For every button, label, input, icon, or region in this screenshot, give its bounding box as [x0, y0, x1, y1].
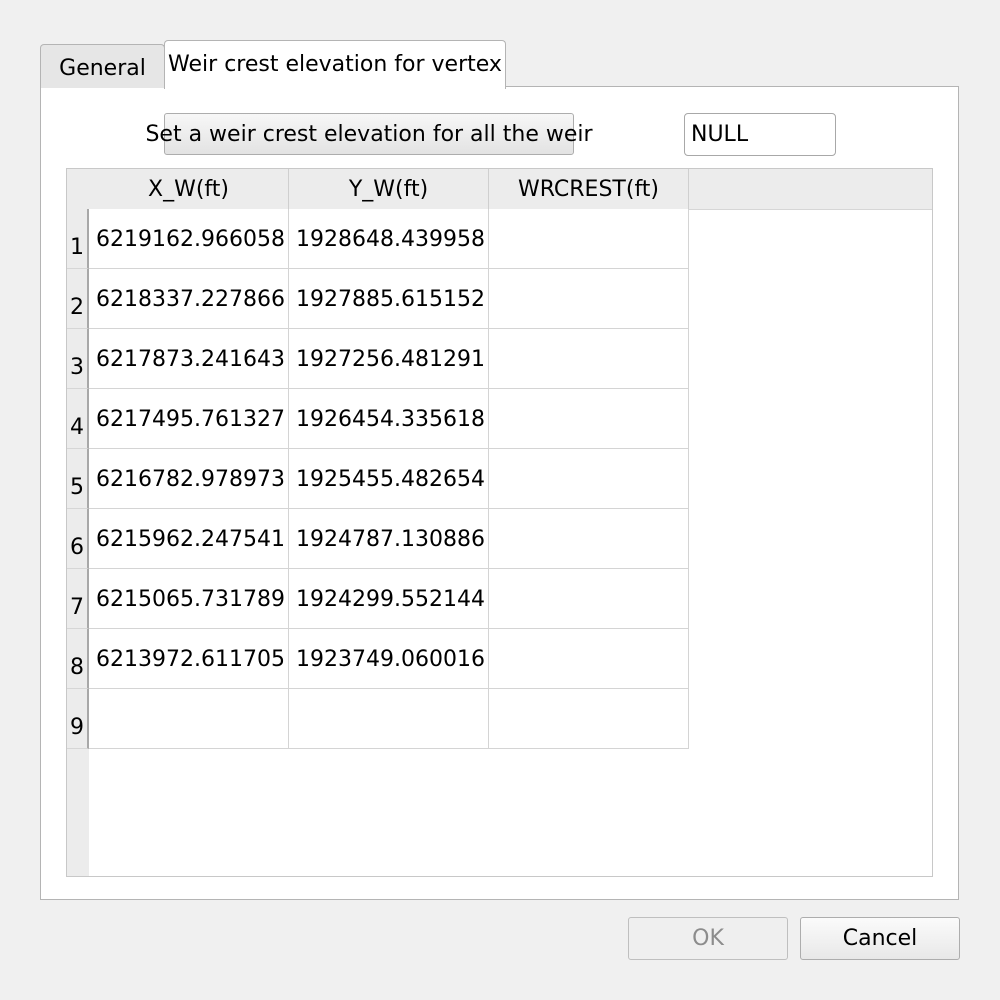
cell-y[interactable]: 1926454.335618 — [289, 389, 489, 449]
tab-general[interactable]: General — [40, 44, 165, 88]
cell-wrcrest[interactable] — [489, 389, 689, 449]
cell-y[interactable]: 1924299.552144 — [289, 569, 489, 629]
cell-wrcrest[interactable] — [489, 629, 689, 689]
weir-crest-value-field[interactable]: NULL — [684, 113, 836, 156]
cell-y[interactable]: 1927256.481291 — [289, 329, 489, 389]
column-header-y[interactable]: Y_W(ft) — [289, 169, 489, 209]
vertex-table: X_W(ft) Y_W(ft) WRCREST(ft) 1 6219162.966… — [66, 168, 933, 877]
cell-x[interactable]: 6213972.611705 — [89, 629, 289, 689]
cell-x[interactable] — [89, 689, 289, 749]
column-header-x[interactable]: X_W(ft) — [89, 169, 289, 209]
cell-y[interactable]: 1923749.060016 — [289, 629, 489, 689]
set-all-weir-crest-button[interactable]: Set a weir crest elevation for all the w… — [145, 113, 593, 155]
ok-button[interactable]: OK — [628, 917, 788, 960]
cell-y[interactable]: 1927885.615152 — [289, 269, 489, 329]
row-header[interactable]: 4 — [67, 389, 89, 449]
cell-y[interactable] — [289, 689, 489, 749]
row-header[interactable]: 8 — [67, 629, 89, 689]
row-header[interactable]: 2 — [67, 269, 89, 329]
cell-x[interactable]: 6218337.227866 — [89, 269, 289, 329]
cell-x[interactable]: 6215962.247541 — [89, 509, 289, 569]
row-header[interactable]: 6 — [67, 509, 89, 569]
cell-x[interactable]: 6215065.731789 — [89, 569, 289, 629]
cancel-button[interactable]: Cancel — [800, 917, 960, 960]
table-corner[interactable] — [67, 169, 89, 209]
cell-x[interactable]: 6217495.761327 — [89, 389, 289, 449]
cell-wrcrest[interactable] — [489, 449, 689, 509]
cell-x[interactable]: 6217873.241643 — [89, 329, 289, 389]
cell-y[interactable]: 1925455.482654 — [289, 449, 489, 509]
row-header[interactable]: 3 — [67, 329, 89, 389]
cell-x[interactable]: 6219162.966058 — [89, 209, 289, 269]
row-header[interactable]: 5 — [67, 449, 89, 509]
cell-x[interactable]: 6216782.978973 — [89, 449, 289, 509]
row-header[interactable]: 9 — [67, 689, 89, 749]
cell-wrcrest[interactable] — [489, 329, 689, 389]
cell-wrcrest[interactable] — [489, 209, 689, 269]
cell-y[interactable]: 1928648.439958 — [289, 209, 489, 269]
row-header[interactable]: 1 — [67, 209, 89, 269]
cell-wrcrest[interactable] — [489, 689, 689, 749]
cell-y[interactable]: 1924787.130886 — [289, 509, 489, 569]
row-header[interactable]: 7 — [67, 569, 89, 629]
tab-weir-crest-elevation[interactable]: Weir crest elevation for vertex — [164, 40, 506, 89]
cell-wrcrest[interactable] — [489, 509, 689, 569]
cell-wrcrest[interactable] — [489, 569, 689, 629]
column-header-wrcrest[interactable]: WRCREST(ft) — [489, 169, 689, 209]
cell-wrcrest[interactable] — [489, 269, 689, 329]
